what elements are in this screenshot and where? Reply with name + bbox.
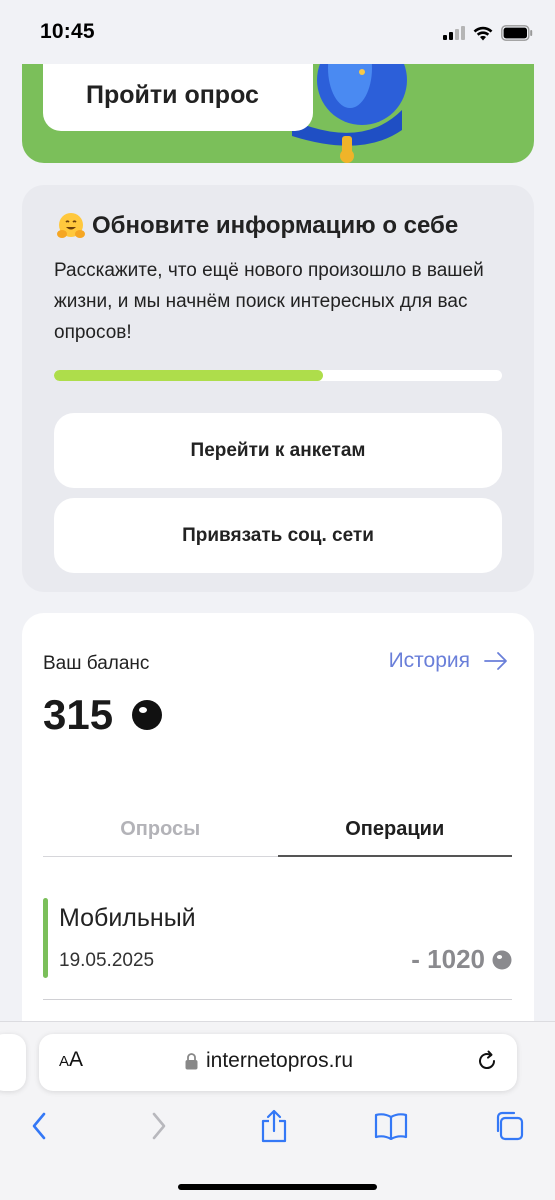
text-size-button[interactable]: AA [59, 1048, 83, 1072]
info-title-text: Обновите информацию о себе [92, 212, 459, 239]
survey-banner: Пройти опрос [22, 50, 534, 163]
url-display[interactable]: internetopros.ru [185, 1049, 353, 1073]
back-button[interactable] [21, 1108, 57, 1144]
cellular-signal-icon [443, 26, 465, 40]
lock-icon [185, 1052, 198, 1069]
operation-accent-bar [43, 898, 48, 978]
chevron-left-icon [32, 1112, 46, 1140]
profile-progress-fill [54, 370, 323, 381]
coin-icon [132, 700, 163, 730]
info-card-description: Расскажите, что ещё нового произошло в в… [54, 260, 484, 343]
app-page: 10:45 Пройти опрос Обновите информацию о… [0, 0, 555, 1200]
arrow-right-icon [484, 652, 507, 670]
balance-value: 315 [43, 691, 114, 738]
operation-date: 19.05.2025 [59, 950, 155, 971]
chevron-right-icon [152, 1112, 166, 1140]
info-card-title: Обновите информацию о себе [56, 211, 458, 241]
status-bar: 10:45 [0, 0, 555, 64]
operation-title: Мобильный [59, 904, 196, 932]
wifi-icon [473, 26, 493, 40]
status-time: 10:45 [40, 20, 95, 43]
tab-surveys[interactable]: Опросы [43, 803, 278, 855]
tabs-button[interactable] [491, 1108, 527, 1144]
forward-button[interactable] [141, 1108, 177, 1144]
history-link-label: История [388, 649, 470, 672]
bookmarks-button[interactable] [373, 1108, 409, 1144]
url-text: internetopros.ru [206, 1049, 354, 1072]
book-icon [374, 1113, 408, 1140]
balance-label: Ваш баланс [43, 653, 150, 674]
update-info-card: Обновите информацию о себе Расскажите, ч… [22, 185, 534, 592]
browser-toolbar [0, 1108, 555, 1148]
link-social-button[interactable]: Привязать соц. сети [54, 498, 502, 573]
address-bar[interactable]: AA internetopros.ru [39, 1034, 517, 1091]
browser-bottom-bar: AA internetopros.ru [0, 1021, 555, 1200]
operation-amount: - 1020 [411, 944, 512, 975]
tab-operations[interactable]: Операции [277, 803, 512, 857]
share-icon [261, 1109, 287, 1143]
battery-icon [501, 25, 533, 41]
history-link[interactable]: История [389, 649, 508, 673]
operation-item[interactable]: Мобильный 19.05.2025 - 1020 [43, 898, 512, 1000]
profile-progress-bar [54, 370, 502, 381]
hugging-face-icon [57, 213, 85, 238]
balance-tabs: Опросы Операции [43, 803, 512, 857]
tabs-icon [496, 1111, 524, 1141]
home-indicator [178, 1184, 377, 1190]
reload-icon[interactable] [475, 1049, 499, 1073]
go-to-forms-button[interactable]: Перейти к анкетам [54, 413, 502, 488]
share-button[interactable] [256, 1108, 292, 1144]
balance-amount: 315 [43, 691, 163, 739]
operation-amount-value: - 1020 [411, 944, 485, 974]
previous-tab-preview[interactable] [0, 1034, 26, 1091]
coin-icon [492, 950, 512, 969]
status-icons [443, 24, 533, 42]
